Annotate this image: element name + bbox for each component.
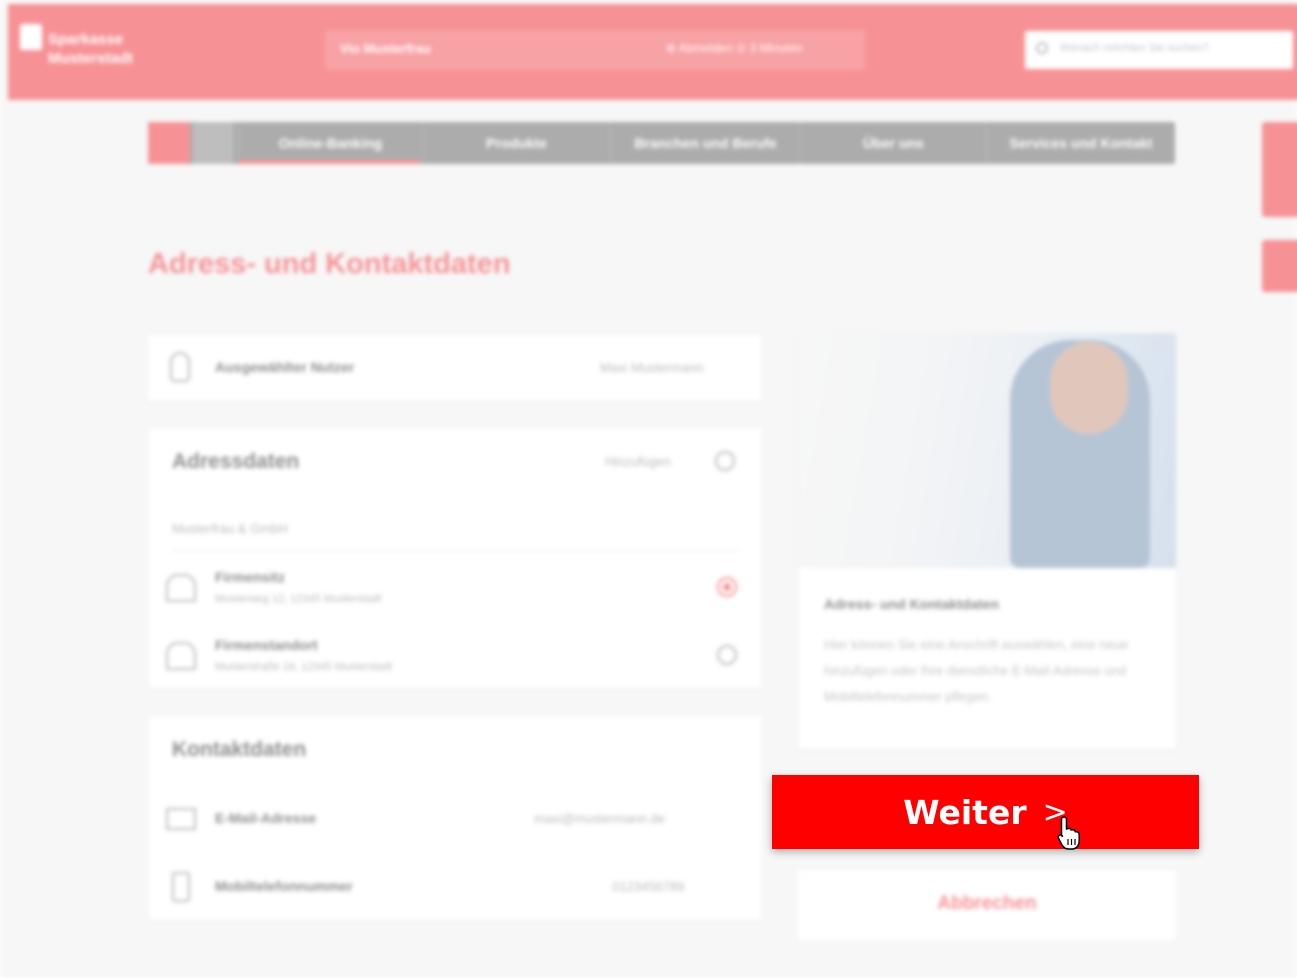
user-icon	[170, 352, 190, 382]
mobile-phone-icon	[172, 872, 190, 902]
mail-contact-tab[interactable]	[1262, 240, 1297, 292]
hand-pointer-cursor-icon	[1057, 816, 1080, 850]
address-card-title: Adressdaten	[172, 450, 300, 473]
sparkasse-logo-icon[interactable]	[20, 24, 42, 50]
phone-contact-tab[interactable]	[1262, 122, 1297, 217]
building-icon	[166, 574, 196, 602]
info-card-text: Hier können Sie eine Anschrift auswählen…	[824, 637, 1129, 704]
cancel-button[interactable]: Abbrechen	[798, 893, 1176, 915]
grid-menu-icon[interactable]	[193, 122, 233, 164]
email-value[interactable]: maxi@mustermann.de	[534, 811, 665, 826]
nav-active-indicator	[238, 160, 420, 164]
company-name: Musterfrau & GmbH	[172, 521, 288, 536]
page: Sparkasse Musterstadt Vio Musterfrau ⊕ A…	[0, 0, 1297, 978]
bank-name[interactable]: Sparkasse Musterstadt	[48, 30, 168, 68]
address-radio-1[interactable]	[717, 577, 737, 597]
info-card-title: Adress- und Kontaktdaten	[824, 596, 1000, 612]
search-icon	[1036, 42, 1048, 54]
selected-user-label: Ausgewählter Nutzer	[215, 359, 355, 375]
address-detail-1: Musterweg 12, 12345 Musterstadt	[215, 593, 382, 605]
continue-button[interactable]: Weiter >	[772, 775, 1199, 849]
nav-item-online-banking[interactable]: Online-Banking	[238, 122, 422, 164]
continue-button-label: Weiter	[903, 792, 1027, 832]
nav-item-ueber-uns[interactable]: Über uns	[800, 122, 986, 164]
address-radio-2[interactable]	[717, 645, 737, 665]
building-icon	[166, 642, 196, 670]
person-head	[1050, 342, 1128, 434]
mail-icon	[166, 808, 196, 830]
nav-item-services[interactable]: Services und Kontakt	[986, 122, 1175, 164]
address-label-1: Firmensitz	[215, 569, 286, 585]
add-address-label[interactable]: Hinzufügen	[605, 454, 671, 469]
phone-label: Mobiltelefonnummer	[215, 878, 353, 894]
user-name[interactable]: Vio Musterfrau	[340, 41, 431, 56]
address-label-2: Firmenstandort	[215, 637, 318, 653]
search-placeholder: Wonach möchten Sie suchen?	[1060, 42, 1209, 54]
phone-value[interactable]: 0123456789	[612, 879, 684, 894]
contact-card-title: Kontaktdaten	[172, 738, 307, 761]
divider	[172, 550, 738, 551]
selected-user-value: Maxi Mustermann	[600, 360, 704, 375]
nav-item-branchen[interactable]: Branchen und Berufe	[610, 122, 800, 164]
add-address-plus-icon[interactable]	[715, 451, 735, 471]
address-detail-2: Musterstraße 16, 12345 Musterstadt	[215, 661, 393, 673]
home-icon[interactable]	[148, 122, 190, 164]
nav-item-produkte[interactable]: Produkte	[422, 122, 610, 164]
page-title: Adress- und Kontaktdaten	[148, 248, 511, 280]
email-label: E-Mail-Adresse	[215, 810, 317, 826]
session-info[interactable]: ⊕ Abmelden ⊙ 3 Minuten	[666, 41, 802, 55]
